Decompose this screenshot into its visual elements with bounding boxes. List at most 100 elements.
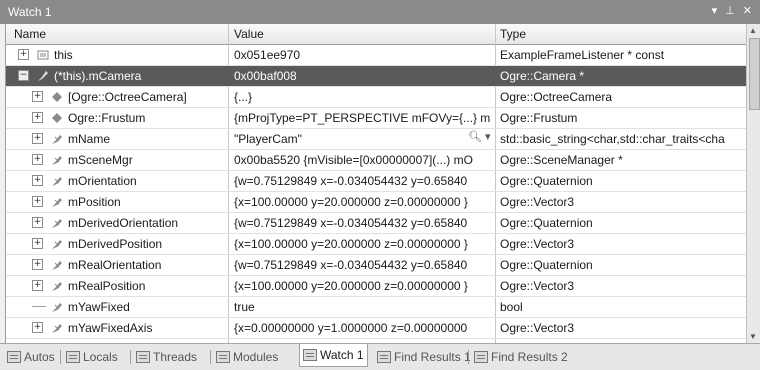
pin-icon (36, 69, 50, 83)
row-type: Ogre::Vector3 (500, 321, 575, 335)
row-name: mPosition (68, 195, 121, 209)
tab-separator (468, 350, 469, 364)
variable-icon (36, 48, 50, 62)
row-type: Ogre::Frustum (500, 111, 578, 125)
row-value[interactable]: {mProjType=PT_PERSPECTIVE mFOVy={...} m (234, 111, 496, 125)
watch-row[interactable]: − (*this).mCamera 0x00baf008 Ogre::Camera * (6, 66, 747, 87)
field-icon (50, 174, 64, 188)
window-icon (377, 351, 391, 363)
watch-row[interactable]: + mPosition {x=100.00000 y=20.000000 z=0.0… (6, 192, 747, 213)
field-icon (50, 321, 64, 335)
tab-autos[interactable]: Autos (4, 347, 58, 367)
tab-label: Find Results 1 (394, 350, 471, 364)
tab-label: Autos (24, 350, 55, 364)
field-icon (50, 132, 64, 146)
row-type: Ogre::Vector3 (500, 237, 575, 251)
watch-row[interactable]: + mRealPosition {x=100.00000 y=20.000000 z… (6, 276, 747, 297)
scroll-up-icon[interactable]: ▲ (749, 26, 757, 35)
column-name-header[interactable]: Name (14, 27, 46, 41)
row-type: bool (500, 300, 523, 314)
tab-find-results-2[interactable]: Find Results 2 (471, 347, 571, 367)
expand-icon[interactable]: + (32, 154, 43, 165)
tab-modules[interactable]: Modules (213, 347, 281, 367)
watch-row[interactable]: + [Ogre::OctreeCamera] {...} Ogre::OctreeCa… (6, 87, 747, 108)
watch-row[interactable]: + mRealOrientation {w=0.75129849 x=-0.0340… (6, 255, 747, 276)
watch-row[interactable]: + mYawFixedAxis {x=0.00000000 y=1.0000000 … (6, 318, 747, 339)
row-value[interactable]: {x=100.00000 y=20.000000 z=0.00000000 } (234, 195, 496, 209)
row-value[interactable]: {...} (234, 90, 496, 104)
row-name: mDerivedOrientation (68, 216, 179, 230)
window-icon (303, 349, 317, 361)
scroll-thumb[interactable] (749, 38, 760, 110)
field-icon (50, 258, 64, 272)
tab-separator (130, 350, 131, 364)
row-type: ExampleFrameListener * const (500, 48, 665, 62)
expand-icon[interactable]: + (32, 91, 43, 102)
row-value[interactable]: {w=0.75129849 x=-0.034054432 y=0.65840 (234, 258, 496, 272)
field-icon (50, 195, 64, 209)
row-value[interactable]: {x=100.00000 y=20.000000 z=0.00000000 } (234, 279, 496, 293)
watch-row[interactable]: mYawFixed true bool (6, 297, 747, 318)
watch-row[interactable]: + this 0x051ee970 ExampleFrameListener * co… (6, 45, 747, 66)
close-icon[interactable]: ✕ (743, 4, 752, 17)
vertical-scrollbar[interactable]: ▲ ▼ (746, 24, 760, 343)
row-name: this (54, 48, 73, 62)
tab-separator (60, 350, 61, 364)
tab-watch-1[interactable]: Watch 1 (299, 344, 368, 367)
column-type-header[interactable]: Type (500, 27, 526, 41)
row-value[interactable]: "PlayerCam" (234, 132, 496, 146)
tab-label: Watch 1 (320, 348, 364, 362)
expand-icon[interactable]: + (32, 238, 43, 249)
collapse-icon[interactable]: − (18, 70, 29, 81)
watch-row[interactable]: + mOrientation {w=0.75129849 x=-0.03405443… (6, 171, 747, 192)
window-title: Watch 1 (8, 5, 52, 19)
expand-icon[interactable]: + (32, 196, 43, 207)
row-name: mDerivedPosition (68, 237, 163, 251)
visualizer-search-icon[interactable]: 🔍︎ ▾ (468, 130, 491, 143)
row-name: mSceneMgr (68, 153, 133, 167)
row-name: mYawFixedAxis (68, 321, 153, 335)
expand-icon[interactable]: + (32, 112, 43, 123)
row-name: (*this).mCamera (54, 69, 142, 83)
row-value[interactable]: {w=0.75129849 x=-0.034054432 y=0.65840 (234, 216, 496, 230)
watch-row[interactable]: + mDerivedOrientation {w=0.75129849 x=-0.0… (6, 213, 747, 234)
row-value[interactable]: 0x00ba5520 {mVisible=[0x00000007](...) m… (234, 153, 496, 167)
row-value[interactable]: {x=100.00000 y=20.000000 z=0.00000000 } (234, 237, 496, 251)
row-name: mRealPosition (68, 279, 146, 293)
tab-label: Find Results 2 (491, 350, 568, 364)
tab-find-results-1[interactable]: Find Results 1 (374, 347, 474, 367)
watch-window: Watch 1 ▾ ⊥ ✕ Name Value Type + this 0x051… (0, 0, 760, 370)
expand-icon[interactable]: + (32, 280, 43, 291)
row-value[interactable]: true (234, 300, 496, 314)
watch-row[interactable]: + mDerivedPosition {x=100.00000 y=20.00000… (6, 234, 747, 255)
expand-icon[interactable]: + (32, 133, 43, 144)
watch-grid: Name Value Type + this 0x051ee970 ExampleFr… (5, 24, 748, 343)
column-value-header[interactable]: Value (234, 27, 264, 41)
expand-icon[interactable]: + (18, 49, 29, 60)
tab-label: Threads (153, 350, 198, 364)
row-name: mOrientation (68, 174, 137, 188)
scroll-down-icon[interactable]: ▼ (749, 332, 757, 341)
row-name: mRealOrientation (68, 258, 162, 272)
row-value[interactable]: {w=0.75129849 x=-0.034054432 y=0.65840 (234, 174, 496, 188)
watch-row[interactable]: + mName "PlayerCam" 🔍︎ ▾ std::basic_string<c… (6, 129, 747, 150)
watch-row[interactable]: + Ogre::Frustum {mProjType=PT_PERSPECTIVE … (6, 108, 747, 129)
expand-icon[interactable]: + (32, 259, 43, 270)
window-icon (66, 351, 80, 363)
tab-threads[interactable]: Threads (133, 347, 200, 367)
window-icon (474, 351, 488, 363)
row-type: Ogre::SceneManager * (500, 153, 623, 167)
expand-icon[interactable]: + (32, 175, 43, 186)
row-value[interactable]: 0x00baf008 (234, 69, 496, 83)
dropdown-icon[interactable]: ▾ (712, 4, 718, 17)
pin-icon[interactable]: ⊥ (725, 4, 735, 17)
field-icon (50, 300, 64, 314)
row-name: mYawFixed (68, 300, 130, 314)
expand-icon[interactable]: + (32, 217, 43, 228)
row-type: Ogre::Vector3 (500, 279, 575, 293)
row-value[interactable]: {x=0.00000000 y=1.0000000 z=0.00000000 (234, 321, 496, 335)
expand-icon[interactable]: + (32, 322, 43, 333)
watch-row[interactable]: + mSceneMgr 0x00ba5520 {mVisible=[0x000000… (6, 150, 747, 171)
row-value[interactable]: 0x051ee970 (234, 48, 496, 62)
tab-locals[interactable]: Locals (63, 347, 121, 367)
